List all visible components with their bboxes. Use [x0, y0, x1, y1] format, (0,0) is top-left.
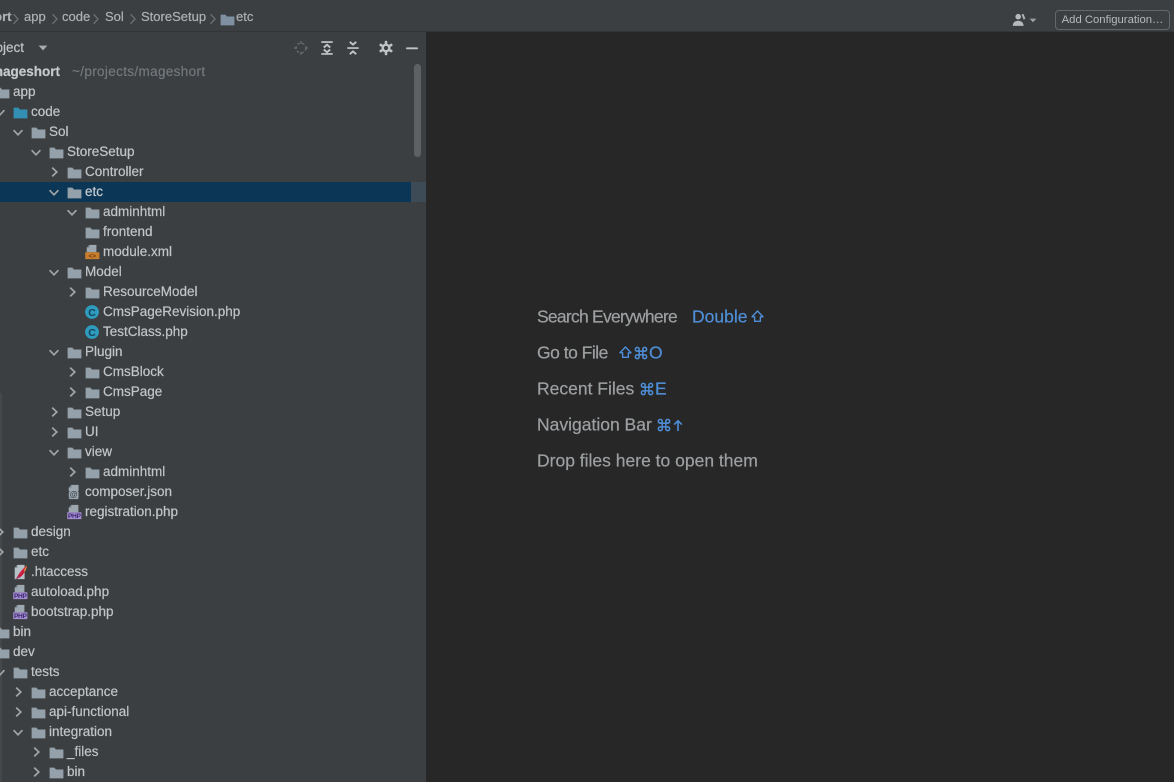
- svg-text:C: C: [88, 327, 96, 339]
- svg-text:PHP: PHP: [13, 613, 27, 620]
- svg-text:C: C: [88, 307, 96, 319]
- svg-text:<>: <>: [88, 253, 96, 260]
- svg-text:PHP: PHP: [67, 513, 81, 520]
- svg-text:PHP: PHP: [13, 593, 27, 600]
- svg-text:{@}: {@}: [67, 490, 81, 499]
